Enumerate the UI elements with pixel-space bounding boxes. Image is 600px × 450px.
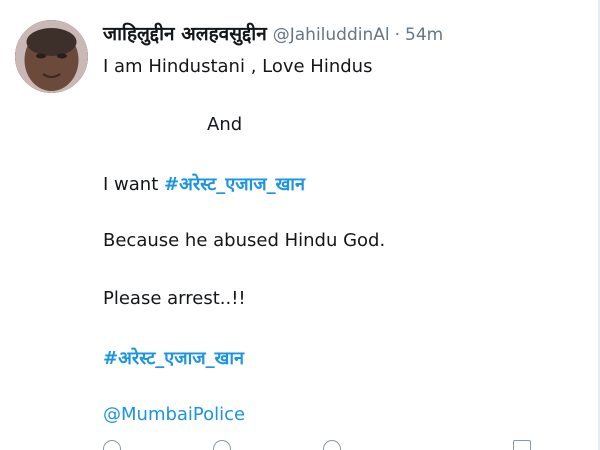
reply-icon[interactable] [103,440,121,450]
tweet-header: जाहिलुद्दीन अलहवसुद्दीन @JahiluddinAl · … [103,20,583,50]
timestamp[interactable]: 54m [405,25,443,45]
tweet-text-line: Please arrest..!! [103,288,246,309]
user-handle[interactable]: @JahiluddinAl [273,25,390,45]
tweet-content: जाहिलुद्दीन अलहवसुद्दीन @JahiluddinAl · … [103,20,583,425]
tweet[interactable]: जाहिलुद्दीन अलहवसुद्दीन @JahiluddinAl · … [0,0,600,450]
retweet-icon[interactable] [213,440,231,450]
tweet-text-line: I am Hindustani , Love Hindus [103,56,373,77]
avatar-face-image [15,20,88,93]
hashtag-link[interactable]: #अरेस्ट_एजाज_खान [103,346,244,370]
tweet-text-line: I want #अरेस्ट_एजाज_खान [103,172,305,196]
avatar[interactable] [15,20,88,93]
display-name[interactable]: जाहिलुद्दीन अलहवसुद्दीन [103,20,267,46]
separator-dot: · [394,25,401,45]
share-icon[interactable] [513,440,531,450]
like-icon[interactable] [323,440,341,450]
hashtag-link[interactable]: #अरेस्ट_एजाज_खान [164,174,305,195]
tweet-text-line: And [207,114,243,135]
tweet-actions [103,440,563,450]
tweet-text: I want [103,174,164,195]
tweet-text-line: Because he abused Hindu God. [103,230,386,251]
mention-link[interactable]: @MumbaiPolice [103,404,245,425]
